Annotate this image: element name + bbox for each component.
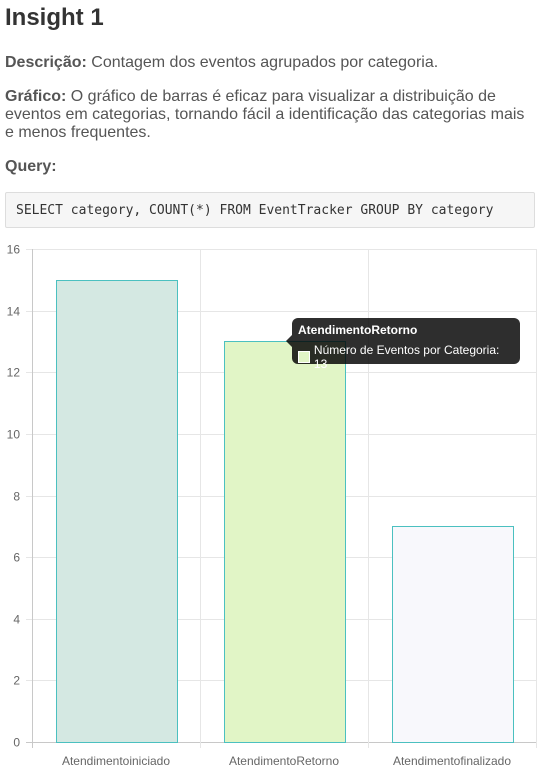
y-tick-label: 6 [13,551,20,565]
chart-explanation-text: O gráfico de barras é eficaz para visual… [5,88,525,141]
chart-explanation-paragraph: Gráfico: O gráfico de barras é eficaz pa… [5,88,535,142]
y-tick-label: 14 [7,305,21,319]
description-label: Descrição: [5,54,87,71]
y-tick-label: 0 [13,736,20,750]
tooltip-label: Número de Eventos por Categoria: 13 [313,343,500,371]
y-tick-label: 10 [7,428,21,442]
chart-tooltip: AtendimentoRetorno Número de Eventos por… [286,318,520,371]
y-axis-ticks: 0 2 4 6 8 10 12 14 16 [7,243,21,750]
chart-explanation-label: Gráfico: [5,88,67,105]
y-tick-label: 12 [7,366,21,380]
query-label: Query: [5,158,57,175]
bar-atendimentoretorno[interactable] [224,341,346,743]
bar-atendimentoiniciado[interactable] [56,280,178,743]
description-text: Contagem dos eventos agrupados por categ… [86,54,439,71]
y-tick-label: 4 [13,613,20,627]
y-tick-label: 2 [13,674,20,688]
x-axis-ticks: Atendimentoiniciado AtendimentoRetorno Ate… [62,754,511,768]
query-code-block: SELECT category, COUNT(*) FROM EventTrac… [5,192,535,228]
bar-atendimentofinalizado[interactable] [392,526,514,743]
tooltip-color-swatch [298,351,310,363]
y-tick-label: 16 [7,243,21,257]
description-paragraph: Descrição: Contagem dos eventos agrupado… [5,54,535,72]
page-title: Insight 1 [5,4,104,31]
tooltip-title: AtendimentoRetorno [298,323,418,337]
query-heading: Query: [5,158,535,176]
query-code: SELECT category, COUNT(*) FROM EventTrac… [16,203,494,218]
x-tick-label: Atendimentofinalizado [393,754,511,768]
x-tick-label: Atendimentoiniciado [62,754,170,768]
x-tick-label: AtendimentoRetorno [229,754,339,768]
tooltip-row: Número de Eventos por Categoria: 13 [298,343,514,371]
y-tick-label: 8 [13,490,20,504]
